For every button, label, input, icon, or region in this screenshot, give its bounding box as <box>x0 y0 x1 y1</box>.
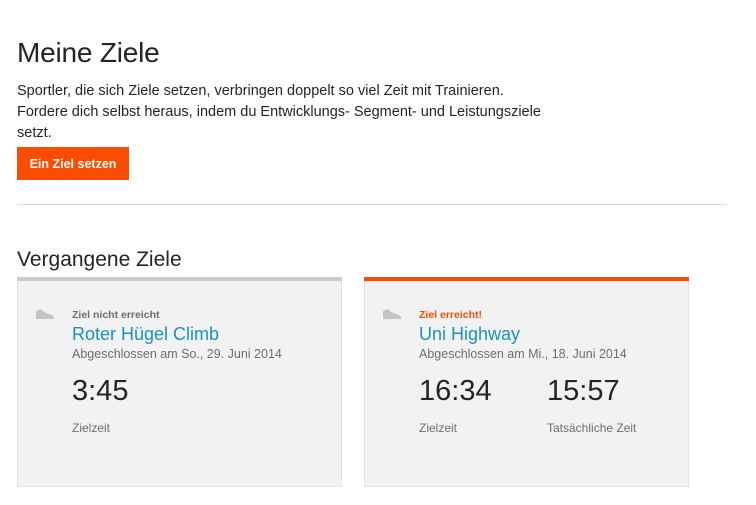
goal-name-link[interactable]: Uni Highway <box>419 324 520 345</box>
goal-status: Ziel erreicht! <box>419 309 483 321</box>
target-time-value: 3:45 <box>72 375 129 407</box>
actual-time-stat: 15:57 Tatsächliche Zeit <box>547 375 636 435</box>
running-shoe-icon <box>36 309 54 319</box>
goal-card-missed: Ziel nicht erreicht Roter Hügel Climb Ab… <box>17 277 342 487</box>
target-time-stat: 16:34 Zielzeit <box>419 375 492 435</box>
goal-card-achieved: Ziel erreicht! Uni Highway Abgeschlossen… <box>364 277 689 487</box>
past-goals-heading: Vergangene Ziele <box>17 248 182 272</box>
goal-status: Ziel nicht erreicht <box>72 309 160 321</box>
status-bar <box>364 277 689 281</box>
target-time-value: 16:34 <box>419 375 492 407</box>
running-shoe-icon <box>383 309 401 319</box>
target-time-stat: 3:45 Zielzeit <box>72 375 128 435</box>
goal-completed-date: Abgeschlossen am Mi., 18. Juni 2014 <box>419 347 627 361</box>
set-goal-button[interactable]: Ein Ziel setzen <box>17 147 129 180</box>
target-time-label: Zielzeit <box>72 421 111 435</box>
target-time-label: Zielzeit <box>419 421 458 435</box>
page-title: Meine Ziele <box>17 36 160 68</box>
status-bar <box>17 277 342 281</box>
actual-time-value: 15:57 <box>547 375 620 407</box>
goal-completed-date: Abgeschlossen am So., 29. Juni 2014 <box>72 347 282 361</box>
goal-name-link[interactable]: Roter Hügel Climb <box>72 324 219 345</box>
divider <box>17 204 727 205</box>
intro-text: Sportler, die sich Ziele setzen, verbrin… <box>17 82 541 141</box>
actual-time-label: Tatsächliche Zeit <box>547 421 637 435</box>
